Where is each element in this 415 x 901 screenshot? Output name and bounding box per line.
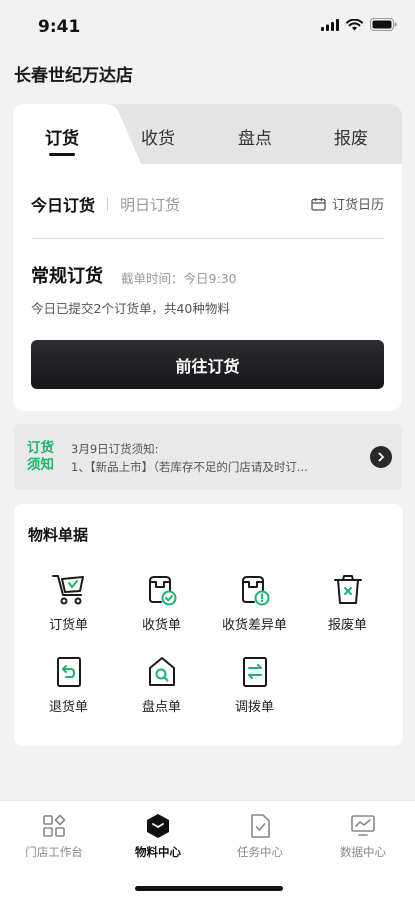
nav-label: 物料中心 [135,845,181,859]
notice-title: 3月9日订货须知: [71,442,159,456]
nav-data-center[interactable]: 数据中心 [311,813,415,860]
transfer-icon [235,654,275,690]
materials-title: 物料单据 [28,526,89,544]
chevron-right-icon[interactable] [370,446,392,468]
signal-icon [321,18,339,31]
task-icon [208,813,312,839]
box-icon [106,813,210,839]
order-type-title: 常规订货 [31,266,103,287]
day-separator [107,197,109,211]
order-card: 订货 收货 盘点 报废 今日订货 明日订货 订货日历 常规订货 截单时间：今日9… [13,104,402,411]
tab-underline [49,153,75,156]
material-label: 调拨单 [234,700,274,715]
home-indicator [135,886,283,891]
nav-material-center[interactable]: 物料中心 [106,813,210,860]
tab-inventory[interactable]: 盘点 [210,124,300,149]
go-order-button[interactable]: 前往订货 [31,340,384,389]
order-summary: 今日已提交2个订货单，共40种物料 [31,301,230,316]
material-return-form[interactable]: 退货单 [22,654,115,715]
battery-icon [370,18,397,31]
material-label: 盘点单 [141,700,181,715]
nav-label: 门店工作台 [25,845,83,859]
status-bar: 9:41 [0,0,415,52]
tomorrow-order-tab[interactable]: 明日订货 [120,194,180,215]
receive-diff-icon [235,572,275,608]
tab-scrap[interactable]: 报废 [306,124,396,149]
tab-receive[interactable]: 收货 [113,124,203,149]
material-receive-diff-form[interactable]: 收货差异单 [208,572,301,633]
nav-store-workbench[interactable]: 门店工作台 [2,813,106,860]
materials-card: 物料单据 订货单 收货单 收货差异单 报废单 退货单 盘点单 调拨单 [14,504,403,746]
wifi-icon [346,18,363,30]
trash-icon [328,572,368,608]
status-icons [321,18,397,31]
material-transfer-form[interactable]: 调拨单 [208,654,301,715]
calendar-icon [311,197,326,211]
material-receive-form[interactable]: 收货单 [115,572,208,633]
material-inventory-form[interactable]: 盘点单 [115,654,208,715]
material-label: 收货差异单 [221,618,287,633]
status-time: 9:41 [38,17,81,37]
notice-tag: 订货须知 [27,440,54,473]
grid-icon [2,813,106,839]
return-icon [49,654,89,690]
store-name[interactable]: 长春世纪万达店 [14,61,133,86]
order-calendar-link[interactable]: 订货日历 [311,194,384,213]
nav-task-center[interactable]: 任务中心 [208,813,312,860]
material-order-form[interactable]: 订货单 [22,572,115,633]
monitor-chart-icon [311,813,415,839]
notice-bar[interactable]: 订货须知 3月9日订货须知: 1、【新品上市】（若库存不足的门店请及时订... [14,424,402,490]
material-label: 订货单 [48,618,88,633]
cutoff-time: 截单时间：今日9:30 [121,271,237,286]
tab-order[interactable]: 订货 [17,124,107,149]
cart-icon [49,572,89,608]
divider [31,238,384,239]
nav-label: 任务中心 [237,845,283,859]
material-label: 报废单 [327,618,367,633]
today-order-tab[interactable]: 今日订货 [31,192,95,216]
day-tabs: 今日订货 明日订货 [31,192,180,216]
material-scrap-form[interactable]: 报废单 [301,572,394,633]
calendar-label: 订货日历 [331,198,384,213]
material-label: 收货单 [141,618,181,633]
notice-body: 1、【新品上市】（若库存不足的门店请及时订... [71,460,308,474]
material-label: 退货单 [48,700,88,715]
receive-icon [142,572,182,608]
inventory-icon [142,654,182,690]
nav-label: 数据中心 [340,845,386,859]
